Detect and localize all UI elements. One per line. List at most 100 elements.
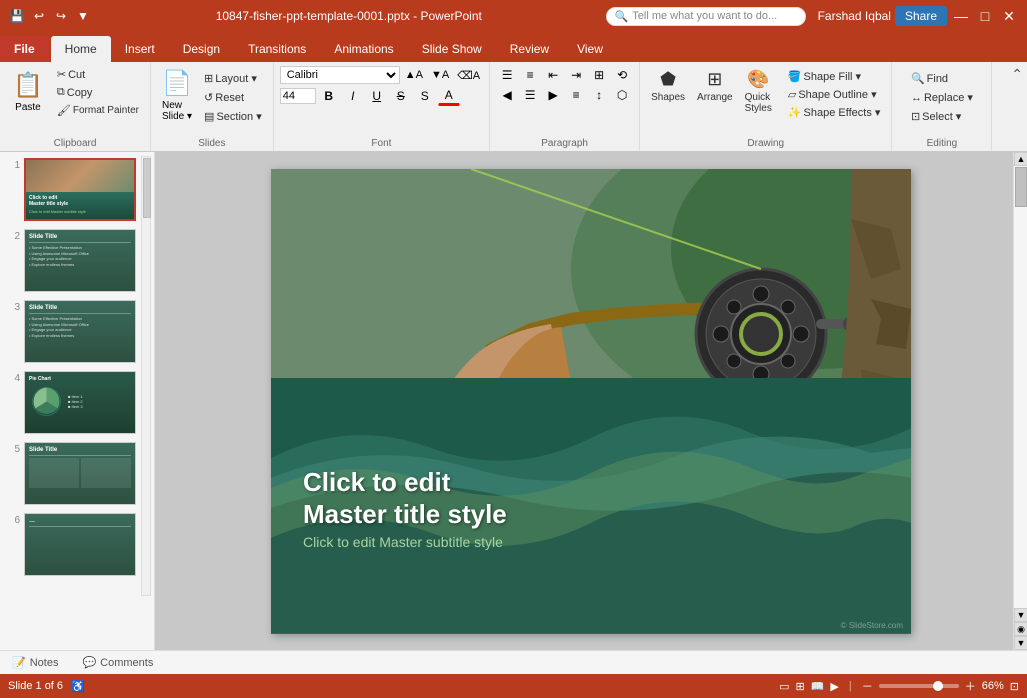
- quick-access-toolbar: 💾 ↩ ↪ ▼: [8, 7, 92, 25]
- tab-insert[interactable]: Insert: [111, 36, 169, 62]
- slide-image-2[interactable]: Slide Title • Some Effective Presentatio…: [24, 229, 136, 292]
- zoom-slider[interactable]: [879, 684, 959, 688]
- shape-effects-button[interactable]: ✨ Shape Effects ▾: [783, 104, 886, 121]
- tab-file[interactable]: File: [0, 36, 49, 62]
- collapse-icon[interactable]: ⌃: [1011, 66, 1023, 83]
- shapes-button[interactable]: ⬟ Shapes: [646, 66, 690, 106]
- slide-image-3[interactable]: Slide Title • Some Effective Presentatio…: [24, 300, 136, 363]
- redo-button[interactable]: ↪: [52, 7, 70, 25]
- font-size-input[interactable]: [280, 88, 316, 104]
- slide-thumb-2[interactable]: 2 Slide Title • Some Effective Presentat…: [4, 227, 150, 294]
- arrange-button[interactable]: ⊞ Arrange: [692, 66, 738, 106]
- slide-thumb-3[interactable]: 3 Slide Title • Some Effective Presentat…: [4, 298, 150, 365]
- slide-image-4[interactable]: Pie Chart ■ Item 1 ■ Item 2 ■ Item 3: [24, 371, 136, 434]
- replace-button[interactable]: ↔ Replace ▾: [906, 89, 978, 106]
- clear-format-button[interactable]: ⌫A: [454, 67, 483, 84]
- undo-button[interactable]: ↩: [30, 7, 48, 25]
- increase-indent[interactable]: ⇥: [565, 66, 587, 84]
- close-button[interactable]: ✕: [999, 6, 1019, 26]
- format-painter-button[interactable]: 🖌 Format Painter: [52, 102, 144, 119]
- scroll-thumb[interactable]: [1015, 167, 1027, 207]
- shadow-button[interactable]: S: [414, 87, 436, 105]
- accessibility-icon[interactable]: ♿: [71, 680, 85, 693]
- paste-icon: 📋: [13, 71, 43, 100]
- zoom-out-button[interactable]: －: [862, 678, 873, 694]
- slide-thumb-6[interactable]: 6 …: [4, 511, 150, 578]
- strikethrough-button[interactable]: S: [390, 87, 412, 105]
- text-direction[interactable]: ⟲: [611, 66, 633, 84]
- normal-view-button[interactable]: ▭: [779, 680, 789, 693]
- scroll-up-button[interactable]: ▲: [1014, 152, 1027, 166]
- slide-image-1[interactable]: Click to edit Master title style Click t…: [24, 158, 136, 221]
- font-size-increase[interactable]: ▲A: [402, 67, 426, 83]
- font-size-decrease[interactable]: ▼A: [428, 67, 452, 83]
- zoom-in-button[interactable]: ＋: [965, 678, 976, 694]
- tell-me-text[interactable]: Tell me what you want to do...: [632, 10, 777, 22]
- bold-button[interactable]: B: [318, 87, 340, 105]
- main-slide-canvas[interactable]: Click to edit Master title style Click t…: [271, 169, 911, 634]
- numbering-button[interactable]: ≡: [519, 66, 541, 84]
- font-name-select[interactable]: Calibri: [280, 66, 400, 84]
- tab-slideshow[interactable]: Slide Show: [408, 36, 496, 62]
- italic-button[interactable]: I: [342, 87, 364, 105]
- slide-thumb-4[interactable]: 4 Pie Chart ■ Item 1 ■ Item 2: [4, 369, 150, 436]
- convert-to-smartart[interactable]: ⬡: [611, 86, 633, 104]
- align-left[interactable]: ◀: [496, 86, 518, 104]
- zoom-thumb: [933, 681, 943, 691]
- save-button[interactable]: 💾: [8, 7, 26, 25]
- share-button[interactable]: Share: [895, 6, 947, 26]
- scrollbar-thumb[interactable]: [143, 158, 151, 218]
- scroll-down-button[interactable]: ▼: [1014, 608, 1027, 622]
- scroll-extra-2[interactable]: ▼: [1014, 636, 1027, 650]
- maximize-button[interactable]: □: [975, 6, 995, 26]
- line-spacing[interactable]: ↕: [588, 86, 610, 104]
- tab-home[interactable]: Home: [51, 36, 111, 62]
- decrease-indent[interactable]: ⇤: [542, 66, 564, 84]
- paste-button[interactable]: 📋 Paste: [6, 66, 50, 118]
- select-button[interactable]: ⊡ Select ▾: [906, 108, 966, 125]
- layout-button[interactable]: ⊞ Layout ▾: [199, 70, 267, 87]
- slideshow-button[interactable]: ▶: [830, 680, 838, 693]
- slide-image-5[interactable]: Slide Title: [24, 442, 136, 505]
- bullets-button[interactable]: ☰: [496, 66, 518, 84]
- ribbon-collapse[interactable]: ⌃: [1007, 62, 1027, 151]
- reset-button[interactable]: ↺ Reset: [199, 89, 267, 106]
- cut-button[interactable]: ✂ Cut: [52, 66, 144, 83]
- scroll-extra-1[interactable]: ◉: [1014, 622, 1027, 636]
- shape-outline-button[interactable]: ▱ Shape Outline ▾: [783, 86, 886, 103]
- canvas-area: Click to edit Master title style Click t…: [155, 152, 1027, 650]
- align-center[interactable]: ☰: [519, 86, 541, 104]
- notes-tab[interactable]: 📝 Notes: [8, 654, 62, 671]
- find-button[interactable]: 🔍 Find: [906, 70, 953, 87]
- customize-button[interactable]: ▼: [74, 7, 92, 25]
- tab-design[interactable]: Design: [169, 36, 234, 62]
- justify[interactable]: ≡: [565, 86, 587, 104]
- slides-small-buttons: ⊞ Layout ▾ ↺ Reset ▤ Section ▾: [199, 66, 267, 125]
- reading-view-button[interactable]: 📖: [811, 680, 825, 693]
- shape-fill-button[interactable]: 🪣 Shape Fill ▾: [783, 68, 886, 85]
- section-button[interactable]: ▤ Section ▾: [199, 108, 267, 125]
- tab-review[interactable]: Review: [496, 36, 563, 62]
- clipboard-small-buttons: ✂ Cut ⧉ Copy 🖌 Format Painter: [52, 66, 144, 119]
- underline-button[interactable]: U: [366, 87, 388, 105]
- slide-thumb-5[interactable]: 5 Slide Title: [4, 440, 150, 507]
- slide-thumb-1[interactable]: 1 Click to edit Master title style Click…: [4, 156, 150, 223]
- slide-panel: 1 Click to edit Master title style Click…: [0, 152, 155, 650]
- copy-button[interactable]: ⧉ Copy: [52, 84, 144, 101]
- slide-text-area[interactable]: Click to edit Master title style Click t…: [303, 467, 507, 549]
- title-bar: 💾 ↩ ↪ ▼ 10847-fisher-ppt-template-0001.p…: [0, 0, 1027, 32]
- columns-button[interactable]: ⊞: [588, 66, 610, 84]
- comments-tab[interactable]: 💬 Comments: [78, 654, 157, 671]
- minimize-button[interactable]: —: [951, 6, 971, 26]
- align-right[interactable]: ▶: [542, 86, 564, 104]
- tab-transitions[interactable]: Transitions: [234, 36, 320, 62]
- fit-to-window-button[interactable]: ⊡: [1010, 680, 1019, 693]
- tab-animations[interactable]: Animations: [320, 36, 407, 62]
- quick-styles-button[interactable]: 🎨 QuickStyles: [740, 66, 777, 117]
- slide-panel-scrollbar[interactable]: [141, 156, 151, 596]
- font-color-button[interactable]: A: [438, 86, 460, 106]
- tab-view[interactable]: View: [563, 36, 617, 62]
- slide-sorter-button[interactable]: ⊞: [796, 680, 805, 693]
- new-slide-button[interactable]: 📄 NewSlide ▾: [157, 66, 197, 125]
- slide-image-6[interactable]: …: [24, 513, 136, 576]
